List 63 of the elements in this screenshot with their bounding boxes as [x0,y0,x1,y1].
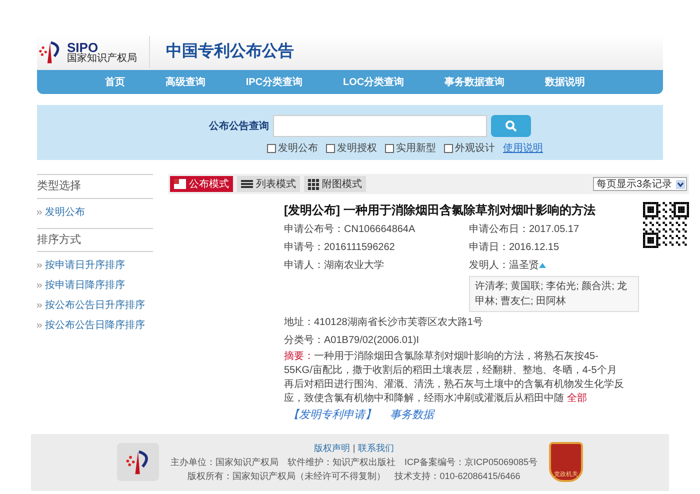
search-label: 公布公告查询 [209,120,269,134]
sidebar-link[interactable]: 按公布公告日升序排序 [45,298,145,313]
double-chevron-icon [37,303,42,308]
qr-code-icon [643,202,689,248]
record-link[interactable]: 事务数据 [390,407,434,424]
record-field: 申请号：2016111596262 [284,240,469,255]
checkbox[interactable] [326,144,335,153]
double-chevron-icon [37,283,42,288]
help-link[interactable]: 使用说明 [503,141,543,156]
checkbox-label: 发明授权 [337,142,377,156]
footer-link[interactable]: 版权声明 [314,441,350,455]
nav-link[interactable]: 首页 [97,74,133,90]
record-field: 申请日：2016.12.15 [469,240,639,255]
logo-subtext: 国家知识产权局 [67,54,137,64]
search-icon [505,120,517,132]
checkbox[interactable] [267,144,276,153]
record-field: 分类号：A01B79/02(2006.01)I [284,333,639,348]
nav-link[interactable]: 数据说明 [536,74,593,90]
footer-text: 主办单位：国家知识产权局 软件维护：知识产权出版社 ICP备案编号：京ICP05069085号 [170,456,538,469]
view-tab[interactable]: 列表模式 [237,176,300,192]
sidebar-link[interactable]: 按公布公告日降序排序 [45,318,145,333]
record-field: 地址：410128湖南省长沙市芙蓉区农大路1号 [284,315,639,330]
record-field: 申请公布号：CN106664864A [284,222,469,237]
record-field: 发明人：温圣贤 [469,258,539,273]
site-title: 中国专利公布公告 [166,41,294,62]
sidebar-link[interactable]: 按申请日降序排序 [45,278,125,293]
nav-link[interactable]: 事务数据查询 [436,74,513,90]
search-button[interactable] [491,115,531,137]
sidebar-link[interactable]: 发明公布 [45,204,85,220]
footer-separator: | [352,442,356,455]
double-chevron-icon [37,263,42,268]
flag-icon [174,179,186,189]
checkbox[interactable] [385,144,394,153]
checkbox-label: 发明公布 [278,142,318,156]
sidebar-link[interactable]: 按申请日升序排序 [45,258,125,273]
logo-text: SIPO [67,40,98,54]
caret-icon[interactable] [539,263,546,268]
nav-link[interactable]: IPC分类查询 [238,74,311,90]
abstract-text: 摘要：一种用于消除烟田含氯除草剂对烟叶影响的方法，将熟石灰按45-55KG/亩配比，撒于收割后的稻田土壤表层，经翻耕、整地、冬晒，4-5个月再后对稻田进行围沟、灌溉、清洗，熟石灰与土壤中的含氯有机物发生化学反应，致使含氯有机物中和降解，经雨水冲刷或灌溉后从稻田中随 全部 [284,350,624,406]
inventor-popup: 许清孝; 黄国联; 李佑光; 颜合洪; 龙甲林; 曹友仁; 田阿林 [469,276,639,312]
double-chevron-icon [37,323,42,328]
sidebar-heading: 排序方式 [37,228,153,252]
record-link[interactable]: 【发明专利申请】 [288,407,376,424]
nav-link[interactable]: LOC分类查询 [334,74,412,90]
chevron-down-icon [676,180,685,188]
sidebar-heading: 类型选择 [37,174,153,198]
page-size-select[interactable]: 每页显示3条记录 [593,177,687,191]
nav-link[interactable]: 高级查询 [157,74,214,90]
footer-text: 版权所有：国家知识产权局（未经许可不得复制） 技术支持：010-62086415/6466 [188,470,520,483]
record-field: 申请公布日：2017.05.17 [469,222,639,237]
double-chevron-icon [37,210,42,214]
checkbox-label: 实用新型 [396,142,436,156]
footer-link[interactable]: 联系我们 [358,441,394,455]
search-field[interactable] [273,115,487,137]
checkbox[interactable] [444,144,453,153]
grid-icon [308,178,319,190]
checkbox-label: 外观设计 [455,142,495,156]
record-field: 申请人：湖南农业大学 [284,258,469,273]
view-tab[interactable]: 附图模式 [304,176,366,192]
expand-link[interactable]: 全部 [566,393,587,404]
view-tab[interactable]: 公布模式 [170,176,233,192]
record-title[interactable]: [发明公布] 一种用于消除烟田含氯除草剂对烟叶影响的方法 [284,202,639,218]
list-icon [241,179,253,189]
